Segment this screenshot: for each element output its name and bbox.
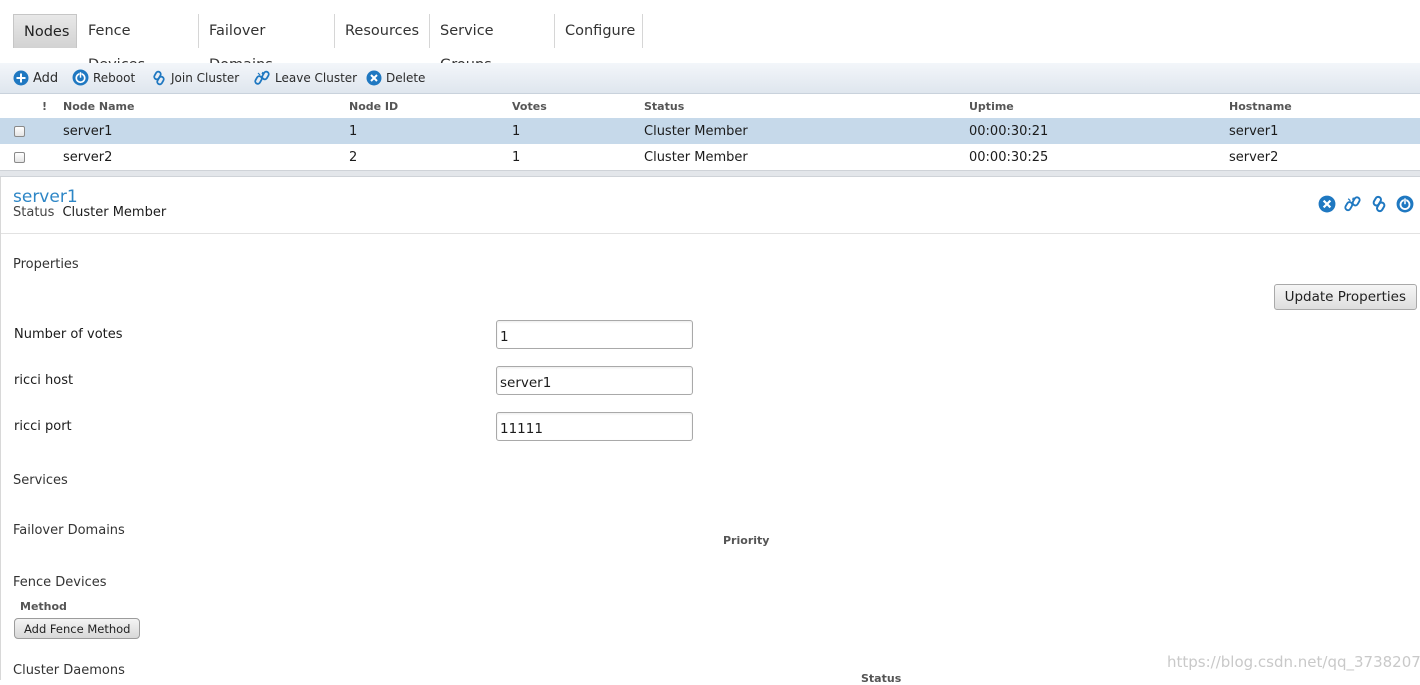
table-row[interactable]: server2 2 1 Cluster Member 00:00:30:25 s… [0,144,1420,170]
tab-service-groups[interactable]: Service Groups [430,14,555,73]
node-actions [1314,195,1414,217]
join-cluster-label: Join Cluster [171,71,240,85]
leave-cluster-icon[interactable] [1344,195,1362,217]
tab-failover-domains[interactable]: Failover Domains [199,14,335,73]
delete-button[interactable]: Delete [366,69,425,87]
leave-cluster-icon [254,70,270,85]
join-cluster-button[interactable]: Join Cluster [151,69,239,87]
properties-heading: Properties [13,257,79,272]
add-fence-method-button[interactable]: Add Fence Method [14,618,141,639]
ricci-port-field[interactable] [496,412,693,441]
leave-cluster-button[interactable]: Leave Cluster [254,69,357,87]
status-label: Status [13,205,55,220]
status-value: Cluster Member [62,205,167,220]
col-hostname[interactable]: Hostname [1229,100,1292,113]
services-heading: Services [13,473,68,488]
add-button[interactable]: Add [13,69,58,87]
votes-field[interactable] [496,320,693,349]
method-column: Method [20,600,67,613]
ricci-host-field[interactable] [496,366,693,395]
cell-node-id: 1 [349,124,358,139]
ricci-host-label: ricci host [14,373,74,388]
leave-cluster-label: Leave Cluster [275,71,358,85]
col-node-name[interactable]: Node Name [63,100,134,113]
node-status: Status Cluster Member [13,205,166,220]
cell-status: Cluster Member [644,124,748,139]
join-cluster-icon[interactable] [1370,195,1388,217]
tab-resources[interactable]: Resources [335,14,430,48]
daemon-status-column: Status [861,672,902,685]
node-title: server1 [13,187,78,207]
row-checkbox[interactable] [14,152,25,163]
add-label: Add [33,71,59,86]
add-icon [13,70,29,85]
pane-splitter[interactable] [0,170,1420,177]
cell-uptime: 00:00:30:25 [969,150,1049,165]
col-uptime[interactable]: Uptime [969,100,1014,113]
reboot-icon[interactable] [1396,195,1414,217]
header-divider [1,233,1420,234]
watermark: https://blog.csdn.net/qq_37382077 [1167,653,1420,671]
cell-votes: 1 [512,124,521,139]
delete-icon[interactable] [1318,195,1336,217]
row-checkbox[interactable] [14,126,25,137]
failover-domains-heading: Failover Domains [13,523,125,538]
node-toolbar: Add Reboot Join Cluster Leave Cluster De… [0,63,1420,94]
reboot-icon [72,69,89,86]
col-node-id[interactable]: Node ID [349,100,398,113]
reboot-label: Reboot [93,71,136,85]
update-properties-button[interactable]: Update Properties [1273,284,1417,310]
col-flag[interactable]: ! [42,100,47,113]
fence-devices-heading: Fence Devices [13,575,107,590]
cell-node-name: server2 [63,150,113,165]
table-header: ! Node Name Node ID Votes Status Uptime … [0,94,1420,118]
cell-node-name: server1 [63,124,113,139]
tab-fence-devices[interactable]: Fence Devices [78,14,199,73]
main-tabs: Nodes Fence Devices Failover Domains Res… [0,0,1420,73]
table-row[interactable]: server1 1 1 Cluster Member 00:00:30:21 s… [0,118,1420,144]
tab-nodes[interactable]: Nodes [13,14,77,48]
cell-votes: 1 [512,150,521,165]
cell-hostname: server2 [1229,150,1279,165]
cell-node-id: 2 [349,150,358,165]
node-detail-panel: server1 Status Cluster Member Properties … [0,177,1420,685]
cell-hostname: server1 [1229,124,1279,139]
nodes-table: ! Node Name Node ID Votes Status Uptime … [0,94,1420,170]
tab-configure[interactable]: Configure [555,14,643,48]
reboot-button[interactable]: Reboot [72,69,135,87]
join-cluster-icon [153,70,165,85]
delete-icon [366,70,382,85]
ricci-port-label: ricci port [14,419,72,434]
cluster-daemons-heading: Cluster Daemons [13,663,125,678]
delete-label: Delete [386,71,426,85]
votes-label: Number of votes [14,327,123,342]
cell-status: Cluster Member [644,150,748,165]
priority-column: Priority [723,534,770,547]
col-status[interactable]: Status [644,100,684,113]
cell-uptime: 00:00:30:21 [969,124,1049,139]
col-votes[interactable]: Votes [512,100,547,113]
